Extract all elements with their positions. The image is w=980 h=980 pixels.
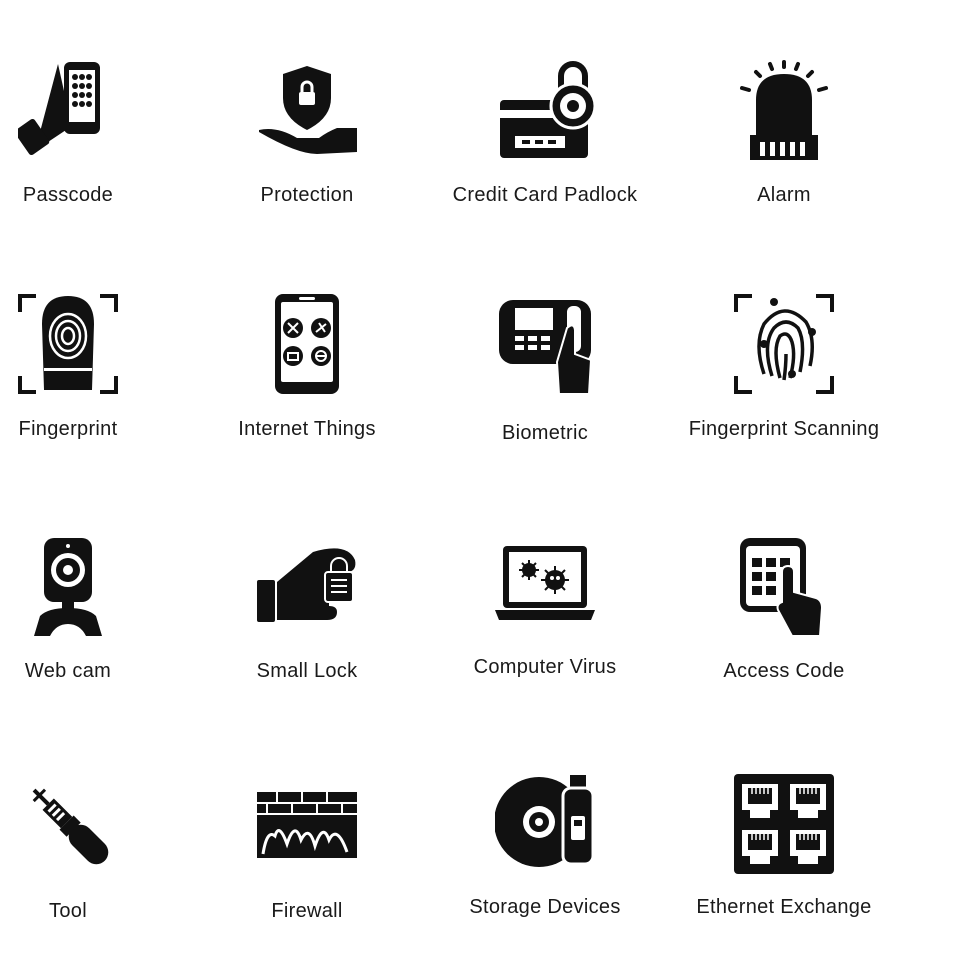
icon-label: Small Lock bbox=[256, 660, 358, 682]
keypad-finger-icon bbox=[734, 536, 834, 636]
icon-label: Tool bbox=[49, 900, 87, 922]
icon-label: Access Code bbox=[723, 660, 845, 682]
icon-tile-passcode: Passcode bbox=[0, 60, 188, 260]
icon-label: Storage Devices bbox=[469, 896, 621, 918]
icon-tile-firewall: Firewall bbox=[187, 774, 427, 974]
icon-tile-internet-things: Internet Things bbox=[187, 294, 427, 494]
icon-label: Protection bbox=[260, 184, 354, 206]
icon-label: Internet Things bbox=[238, 418, 376, 440]
smartphone-apps-icon bbox=[257, 294, 357, 394]
biometric-device-icon bbox=[495, 294, 595, 394]
icon-tile-alarm: Alarm bbox=[664, 60, 904, 260]
alarm-siren-icon bbox=[734, 60, 834, 160]
ethernet-ports-icon bbox=[734, 774, 834, 874]
fingerprint-icon bbox=[18, 294, 118, 394]
icon-tile-credit-card-padlock: Credit Card Padlock bbox=[425, 60, 665, 260]
icon-tile-fingerprint-scanning: Fingerprint Scanning bbox=[664, 294, 904, 494]
icon-label: Credit Card Padlock bbox=[452, 184, 638, 206]
disc-usb-icon bbox=[495, 774, 595, 874]
icon-tile-storage-devices: Storage Devices bbox=[425, 774, 665, 974]
icon-label: Fingerprint bbox=[18, 418, 118, 440]
shield-hand-icon bbox=[257, 60, 357, 160]
icon-tile-computer-virus: Computer Virus bbox=[425, 536, 665, 736]
icon-label: Alarm bbox=[757, 184, 811, 206]
icon-label: Passcode bbox=[22, 184, 114, 206]
icon-label: Firewall bbox=[271, 900, 343, 922]
icon-label: Biometric bbox=[501, 422, 589, 444]
icon-label: Fingerprint Scanning bbox=[688, 418, 880, 440]
laptop-virus-icon bbox=[495, 536, 595, 636]
icon-tile-ethernet-exchange: Ethernet Exchange bbox=[664, 774, 904, 974]
icon-tile-access-code: Access Code bbox=[664, 536, 904, 736]
hand-lock-icon bbox=[257, 536, 357, 636]
icon-tile-biometric: Biometric bbox=[425, 294, 665, 494]
icon-tile-tool: Tool bbox=[0, 774, 188, 974]
credit-card-padlock-icon bbox=[495, 60, 595, 160]
hand-phone-keypad-icon bbox=[18, 60, 118, 160]
icon-label: Ethernet Exchange bbox=[696, 896, 872, 918]
screwdriver-tool-icon bbox=[18, 774, 118, 874]
icon-label: Web cam bbox=[24, 660, 112, 682]
icon-tile-small-lock: Small Lock bbox=[187, 536, 427, 736]
firewall-icon bbox=[257, 774, 357, 874]
icon-tile-web-cam: Web cam bbox=[0, 536, 188, 736]
fingerprint-scan-icon bbox=[734, 294, 834, 394]
icon-label: Computer Virus bbox=[473, 656, 617, 678]
icon-tile-fingerprint: Fingerprint bbox=[0, 294, 188, 494]
webcam-icon bbox=[18, 536, 118, 636]
icon-tile-protection: Protection bbox=[187, 60, 427, 260]
